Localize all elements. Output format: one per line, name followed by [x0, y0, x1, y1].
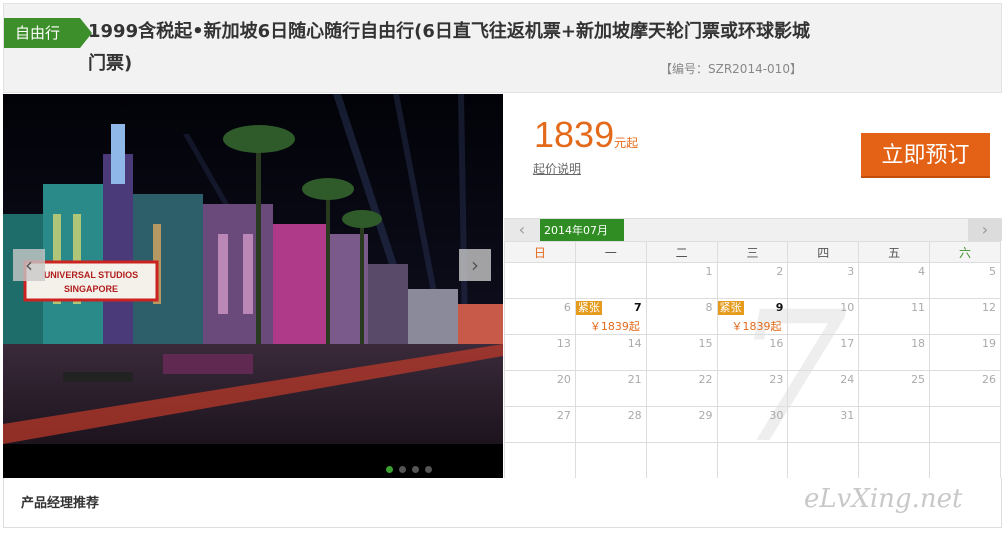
weekday-header: 六 [929, 241, 1001, 263]
calendar-next-month-button[interactable]: › [968, 219, 1002, 241]
calendar-week-row: 12345 [504, 262, 1001, 299]
carousel-dot-4[interactable] [425, 466, 432, 473]
calendar-empty-cell [787, 442, 860, 479]
calendar-day-10: 10 [787, 298, 860, 335]
book-now-button[interactable]: 立即预订 [861, 133, 990, 178]
calendar-week-row: 6 紧张 7 ￥1839起 8 紧张 9 ￥1839起 10 11 12 [504, 298, 1001, 335]
calendar-day-31: 31 [787, 406, 860, 443]
calendar-day-18: 18 [858, 334, 931, 371]
calendar-day-25: 25 [858, 370, 931, 407]
calendar-day-11: 11 [858, 298, 931, 335]
product-code: 【编号：SZR2014-010】 [660, 62, 802, 76]
calendar-day-26: 26 [929, 370, 1001, 407]
calendar-day-9[interactable]: 紧张 9 ￥1839起 [716, 298, 789, 335]
day-price: ￥1839起 [589, 320, 640, 333]
recommend-footer: 产品经理推荐 eLvXing.net [3, 478, 1002, 528]
calendar-empty-cell [645, 442, 718, 479]
calendar-empty-cell [858, 406, 931, 443]
weekday-header: 五 [858, 241, 931, 263]
calendar-day-16: 16 [716, 334, 789, 371]
calendar-empty-cell [574, 442, 647, 479]
price-display: 1839元起 [534, 114, 638, 156]
calendar-empty-cell [716, 442, 789, 479]
sign-text-line2: SINGAPORE [64, 284, 118, 294]
price-unit: 元起 [614, 136, 639, 150]
weekday-header: 四 [787, 241, 860, 263]
calendar-prev-month-button[interactable]: ‹ [504, 219, 540, 241]
calendar-day-14: 14 [574, 334, 647, 371]
category-tag: 自由行 [4, 18, 92, 48]
carousel-dots [386, 458, 438, 477]
day-number: 7 [634, 301, 642, 314]
photo-carousel: UNIVERSAL STUDIOS SINGAPORE ‹ › [3, 94, 503, 478]
calendar-empty-cell [858, 442, 931, 479]
calendar-day-6: 6 [504, 298, 576, 335]
weekday-header: 三 [716, 241, 789, 263]
calendar-toolbar: ‹ 2014年07月 › [504, 218, 1002, 242]
calendar-week-row: 20 21 22 23 24 25 26 [504, 370, 1001, 407]
calendar-week-row [504, 442, 1001, 479]
calendar-day-20: 20 [504, 370, 576, 407]
day-number: 9 [775, 301, 784, 314]
calendar-day-21: 21 [574, 370, 647, 407]
calendar-day-5: 5 [929, 262, 1001, 299]
calendar-day-7[interactable]: 紧张 7 ￥1839起 [574, 298, 647, 335]
calendar-day-8: 8 [645, 298, 718, 335]
calendar-empty-cell [929, 406, 1001, 443]
carousel-dot-3[interactable] [412, 466, 419, 473]
calendar-day-22: 22 [645, 370, 718, 407]
calendar-week-row: 27 28 29 30 31 [504, 406, 1001, 443]
day-price: ￥1839起 [731, 320, 782, 333]
calendar-day-17: 17 [787, 334, 860, 371]
booking-panel: 1839元起 起价说明 立即预订 ‹ 2014年07月 › 7 日一二三四五六 … [504, 94, 1002, 483]
carousel-dot-2[interactable] [399, 466, 406, 473]
calendar-day-30: 30 [716, 406, 789, 443]
calendar-month-label: 2014年07月 [540, 219, 624, 242]
product-page: 自由行 1999含税起•新加坡6日随心随行自由行(6日直飞往返机票+新加坡摩天轮… [0, 0, 1008, 535]
calendar-day-27: 27 [504, 406, 576, 443]
calendar-day-23: 23 [716, 370, 789, 407]
calendar-empty-cell [504, 262, 576, 299]
calendar-empty-cell [504, 442, 576, 479]
calendar-day-4: 4 [858, 262, 931, 299]
price-value: 1839 [534, 114, 615, 155]
calendar-empty-cell [574, 262, 647, 299]
calendar-day-13: 13 [504, 334, 576, 371]
site-logo: eLvXing.net [804, 484, 963, 514]
product-header: 自由行 1999含税起•新加坡6日随心随行自由行(6日直飞往返机票+新加坡摩天轮… [3, 3, 1002, 93]
calendar-day-12: 12 [929, 298, 1001, 335]
availability-badge: 紧张 [575, 301, 602, 315]
sign-text-line1: UNIVERSAL STUDIOS [44, 270, 138, 280]
calendar-day-3: 3 [787, 262, 860, 299]
calendar-day-1: 1 [645, 262, 718, 299]
calendar-grid: 日一二三四五六 1 2 3 4 5 6 紧张 7 ￥1839起 8 紧张 9 ￥1839起 10 11 12 1… [504, 241, 1001, 479]
calendar-day-2: 2 [716, 262, 789, 299]
calendar-day-28: 28 [574, 406, 647, 443]
manager-recommend-label: 产品经理推荐 [21, 496, 100, 511]
calendar-week-row: 13 14 15 16 17 18 19 [504, 334, 1001, 371]
calendar-empty-cell [929, 442, 1001, 479]
photo-prev-button[interactable]: ‹ [13, 249, 45, 281]
calendar-day-29: 29 [645, 406, 718, 443]
weekday-header: 二 [645, 241, 718, 263]
calendar-day-24: 24 [787, 370, 860, 407]
price-note-link[interactable]: 起价说明 [533, 160, 581, 177]
calendar-day-19: 19 [929, 334, 1001, 371]
calendar-day-15: 15 [645, 334, 718, 371]
carousel-dot-1[interactable] [386, 466, 393, 473]
availability-badge: 紧张 [717, 301, 744, 315]
universal-studios-photo: UNIVERSAL STUDIOS SINGAPORE [3, 94, 503, 478]
photo-next-button[interactable]: › [459, 249, 491, 281]
weekday-header: 一 [574, 241, 647, 263]
weekday-header: 日 [504, 241, 576, 263]
